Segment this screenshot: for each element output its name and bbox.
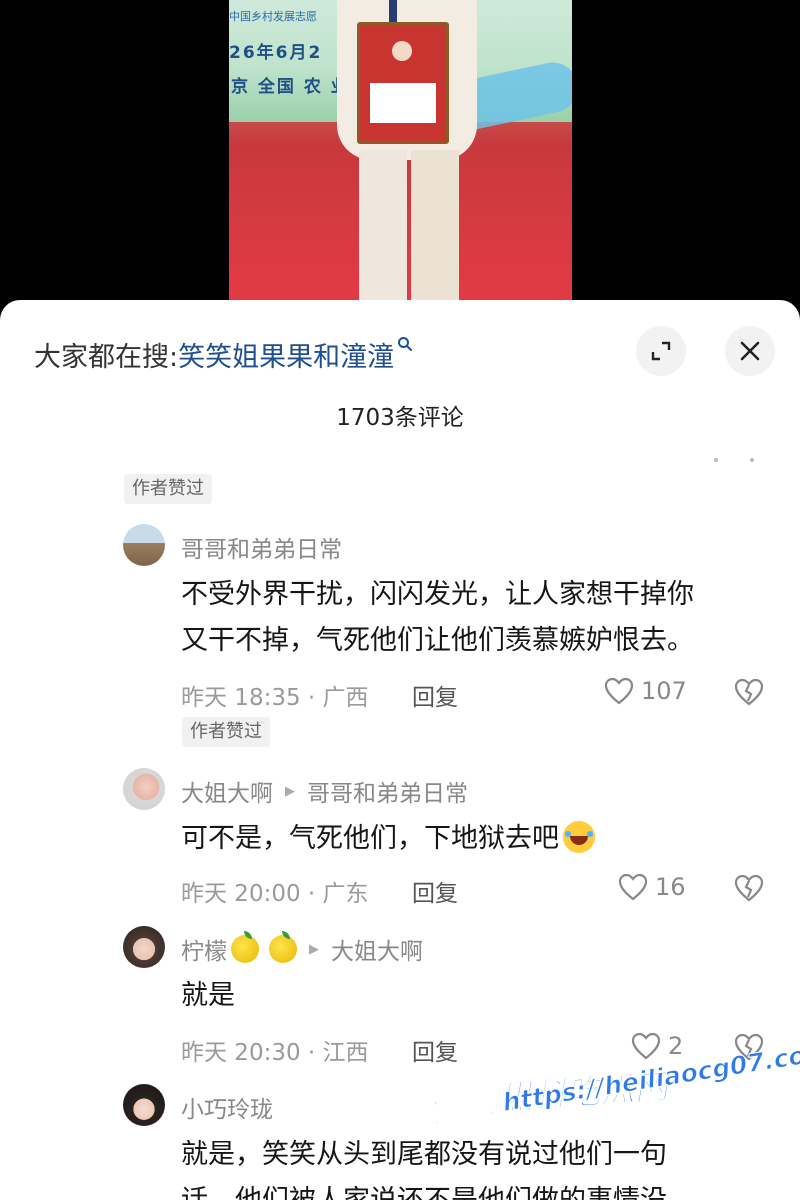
comment-count: 1703条评论: [336, 405, 464, 431]
search-icon: [397, 336, 413, 356]
reply-to-name[interactable]: 大姐大啊: [331, 932, 423, 966]
author-liked-badge: 作者赞过: [182, 717, 270, 747]
comment-text: 不受外界干扰，闪闪发光，让人家想干掉你 又干不掉，气死他们让他们羡慕嫉妒恨去。: [181, 579, 694, 656]
heart-icon: [604, 677, 634, 705]
backdrop-banner-line2: 26年6月2: [229, 43, 323, 63]
comment-timestamp: 昨天 18:35 · 广西: [181, 685, 369, 711]
like-button[interactable]: 107: [603, 676, 687, 706]
dislike-button[interactable]: [733, 677, 765, 711]
expand-button[interactable]: [636, 326, 686, 376]
reply-button[interactable]: 回复: [412, 1033, 458, 1067]
heart-icon: [618, 873, 648, 901]
search-suggestion[interactable]: 大家都在搜: 笑笑姐果果和潼潼: [34, 334, 413, 374]
avatar[interactable]: [123, 926, 165, 968]
author-liked-badge: 作者赞过: [124, 474, 212, 504]
close-button[interactable]: [725, 326, 775, 376]
video-player[interactable]: 中国乡村发展志愿 26年6月2 京 全国 农 业: [0, 0, 800, 305]
like-count: 16: [655, 873, 686, 901]
search-term-link[interactable]: 笑笑姐果果和潼潼: [178, 335, 394, 374]
reply-to-name[interactable]: 哥哥和弟弟日常: [307, 774, 468, 808]
laughing-tears-emoji-icon: [563, 820, 595, 853]
lemon-emoji-icon: [269, 931, 297, 963]
comment-author[interactable]: 小巧玲珑: [181, 1090, 273, 1124]
comment-author[interactable]: 哥哥和弟弟日常: [181, 530, 342, 564]
comment-author[interactable]: 大姐大啊 ▶ 哥哥和弟弟日常: [181, 774, 468, 808]
dislike-button[interactable]: [733, 873, 765, 907]
like-button[interactable]: 16: [617, 872, 686, 902]
certificate: [357, 22, 449, 144]
broken-heart-icon: [734, 678, 764, 706]
reply-arrow-icon: ▶: [285, 783, 295, 799]
search-prefix: 大家都在搜:: [34, 341, 179, 373]
like-count: 107: [641, 677, 687, 705]
comment-text: 就是，笑笑从头到尾都没有说过他们一句 话，他们被人家说还不是他们做的事情没: [181, 1139, 667, 1200]
video-frame: 中国乡村发展志愿 26年6月2 京 全国 农 业: [229, 0, 572, 305]
comment-text: 可不是，气死他们，下地狱去吧: [181, 816, 595, 862]
heart-icon: [631, 1032, 661, 1060]
comment-author[interactable]: 柠檬 ▶ 大姐大啊: [181, 931, 423, 966]
person-figure: [337, 0, 477, 305]
avatar[interactable]: [123, 524, 165, 566]
avatar[interactable]: [123, 768, 165, 810]
expand-icon: [651, 341, 671, 361]
reply-button[interactable]: 回复: [412, 874, 458, 908]
broken-heart-icon: [734, 874, 764, 902]
more-dots-icon: [714, 458, 754, 462]
lemon-emoji-icon: [231, 931, 259, 963]
backdrop-banner-line1: 中国乡村发展志愿: [229, 10, 317, 23]
comment-timestamp: 昨天 20:00 · 广东: [181, 881, 369, 907]
reply-button[interactable]: 回复: [412, 678, 458, 712]
avatar[interactable]: [123, 1084, 165, 1126]
close-icon: [740, 341, 760, 361]
reply-arrow-icon: ▶: [309, 941, 319, 957]
comment-text: 就是: [181, 980, 235, 1011]
backdrop-banner-line3: 京 全国 农 业: [231, 77, 350, 97]
comment-timestamp: 昨天 20:30 · 江西: [181, 1040, 369, 1066]
